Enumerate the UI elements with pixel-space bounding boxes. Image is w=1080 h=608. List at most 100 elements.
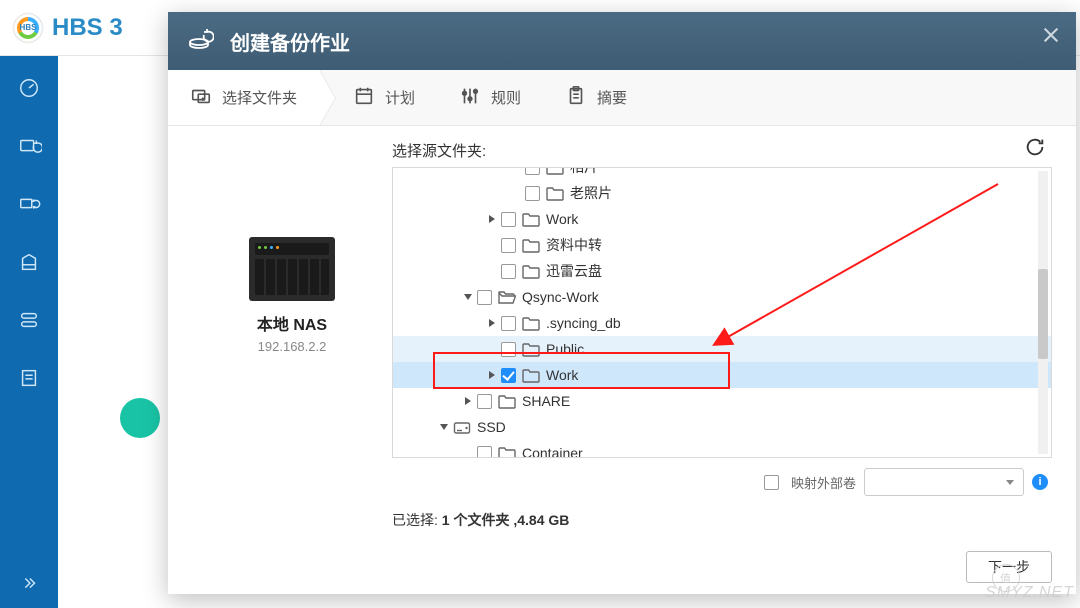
tree-row[interactable]: SHARE [393,388,1051,414]
dashboard-icon[interactable] [15,76,43,100]
device-panel: 本地 NAS 192.168.2.2 [192,167,392,458]
step-label: 选择文件夹 [222,87,297,108]
dialog-title: 创建备份作业 [230,27,350,56]
floating-add-button[interactable] [120,398,160,438]
tree-scrollbar[interactable] [1038,171,1048,454]
device-name: 本地 NAS [257,311,327,335]
tree-row[interactable]: .syncing_db [393,310,1051,336]
next-button[interactable]: 下一步 [966,551,1052,583]
checkbox[interactable] [477,394,492,409]
storage-icon[interactable] [15,250,43,274]
tree-row[interactable]: Qsync-Work [393,284,1051,310]
external-volume-select[interactable] [864,468,1024,496]
tree-row-label: Container [522,445,583,457]
create-backup-dialog: 创建备份作业 选择文件夹 计划 规则 摘要 选择源文件夹: 本地 NAS 192… [168,12,1076,594]
chevron-right-icon[interactable] [485,212,499,226]
expander-placeholder [485,238,499,252]
checkbox[interactable] [525,168,540,175]
dialog-header: 创建备份作业 [168,12,1076,70]
checkbox[interactable] [501,316,516,331]
scrollbar-thumb[interactable] [1038,269,1048,359]
map-external-label: 映射外部卷 [791,473,856,492]
expander-placeholder [509,168,523,174]
wizard-steps: 选择文件夹 计划 规则 摘要 [168,70,1076,126]
folder-icon [522,238,540,253]
folder-icon [522,212,540,227]
backup-icon[interactable] [15,134,43,158]
tree-row[interactable]: 迅雷云盘 [393,258,1051,284]
tree-row-label: Work [546,211,578,227]
tree-row[interactable]: Public [393,336,1051,362]
left-nav-rail [0,56,58,608]
checkbox[interactable] [501,212,516,227]
tree-row-label: 老照片 [570,183,612,203]
dialog-content: 选择源文件夹: 本地 NAS 192.168.2.2 相片老照片 Work 资料中转… [168,126,1076,540]
folder-tree[interactable]: 相片老照片 Work 资料中转迅雷云盘 Qsync-Work .syncing_db Pu… [392,167,1052,458]
step-label: 摘要 [597,87,627,108]
info-icon[interactable]: i [1032,474,1048,490]
summary-prefix: 已选择: [392,512,442,528]
checkbox[interactable] [477,290,492,305]
checkbox[interactable] [525,186,540,201]
dialog-footer: 下一步 [168,540,1076,594]
expander-placeholder [485,264,499,278]
expand-rail-icon[interactable] [15,572,43,596]
checkbox[interactable] [501,238,516,253]
next-button-label: 下一步 [988,557,1030,577]
folder-icon [546,168,564,175]
servers-icon[interactable] [15,308,43,332]
device-ip: 192.168.2.2 [258,339,327,354]
tree-row-label: SHARE [522,393,570,409]
sliders-icon [459,85,481,111]
folder-icon [498,446,516,458]
logs-icon[interactable] [15,366,43,390]
app-title: HBS 3 [52,14,123,42]
disk-icon [453,420,471,435]
chevron-right-icon[interactable] [461,394,475,408]
step-label: 规则 [491,87,521,108]
step-schedule[interactable]: 计划 [319,70,437,125]
tree-row[interactable]: 相片 [393,168,1051,180]
chevron-down-icon[interactable] [437,420,451,434]
tree-row[interactable]: 老照片 [393,180,1051,206]
refresh-icon[interactable] [1024,136,1046,163]
step-summary[interactable]: 摘要 [543,70,649,125]
folder-icon [522,264,540,279]
expander-placeholder [509,186,523,200]
picker-label: 选择源文件夹: [392,140,1052,161]
tree-row[interactable]: Work [393,206,1051,232]
folder-open-icon [498,290,516,305]
calendar-icon [353,85,375,111]
checkbox[interactable] [501,368,516,383]
chevron-right-icon[interactable] [485,316,499,330]
checkbox[interactable] [501,342,516,357]
tree-row-label: SSD [477,419,506,435]
expander-placeholder [461,446,475,457]
close-icon[interactable] [1040,24,1062,46]
tree-row[interactable]: 资料中转 [393,232,1051,258]
step-rules[interactable]: 规则 [437,70,543,125]
tree-row-label: .syncing_db [546,315,621,331]
folder-icon [498,394,516,409]
chevron-right-icon[interactable] [485,368,499,382]
expander-placeholder [485,342,499,356]
map-external-row: 映射外部卷 i [192,458,1052,496]
summary-value: 1 个文件夹 ,4.84 GB [442,512,570,528]
tree-row[interactable]: Work [393,362,1051,388]
tree-row-label: 迅雷云盘 [546,261,602,281]
folder-icon [522,316,540,331]
step-label: 计划 [385,87,415,108]
checkbox[interactable] [477,446,492,458]
map-external-checkbox[interactable]: 映射外部卷 [764,473,856,492]
tree-row[interactable]: SSD [393,414,1051,440]
step-select-folder[interactable]: 选择文件夹 [168,70,319,125]
tree-row-label: 资料中转 [546,235,602,255]
checkbox[interactable] [501,264,516,279]
checkbox-icon[interactable] [764,475,779,490]
sync-icon[interactable] [15,192,43,216]
chevron-down-icon[interactable] [461,290,475,304]
folder-icon [546,186,564,201]
folder-select-icon [190,85,212,111]
tree-row[interactable]: Container [393,440,1051,457]
tree-row-label: 相片 [570,168,598,177]
